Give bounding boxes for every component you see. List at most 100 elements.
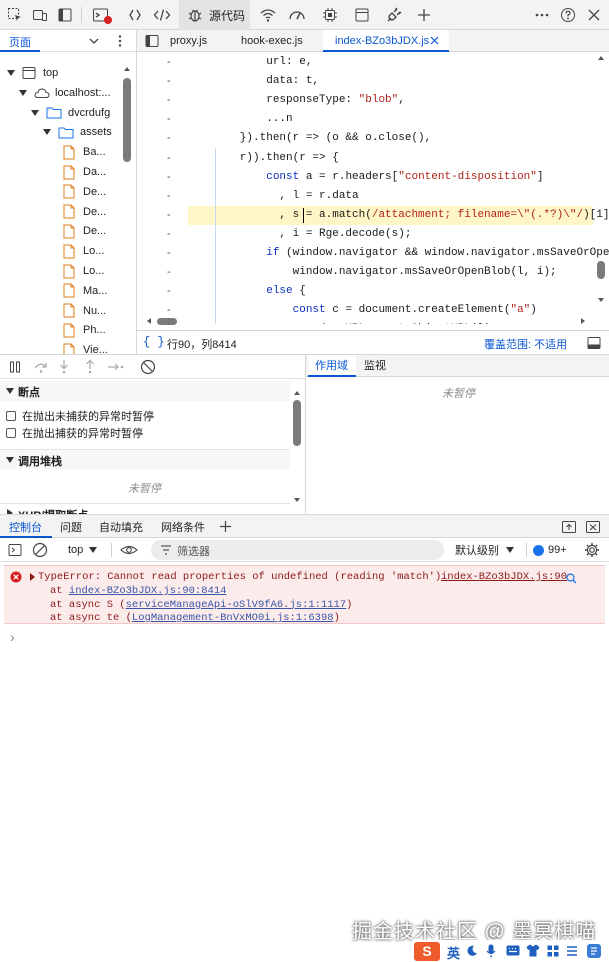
code-line[interactable]: const a = r.headers["content-disposition…: [187, 168, 543, 187]
breakpoints-header[interactable]: 断点: [0, 381, 290, 401]
performance-icon[interactable]: [286, 4, 308, 26]
drawer-tab-issues[interactable]: 问题: [60, 518, 82, 538]
sogou-logo[interactable]: S: [414, 942, 440, 961]
tree-item-file[interactable]: Ba...: [63, 142, 106, 162]
callstack-header[interactable]: 调用堆栈: [0, 449, 290, 469]
code-line[interactable]: , l = r.data: [187, 187, 358, 206]
tree-item-frame[interactable]: top: [7, 63, 58, 83]
context-selector[interactable]: top: [60, 540, 98, 560]
console-prompt[interactable]: ›: [10, 629, 15, 645]
extension-plug-icon[interactable]: [383, 4, 405, 26]
console-error-message[interactable]: TypeError: Cannot read properties of und…: [4, 565, 605, 624]
help-icon[interactable]: [557, 4, 579, 26]
line-gutter-marker[interactable]: -: [167, 206, 171, 225]
editor-scroll-up-icon[interactable]: [597, 54, 605, 62]
line-gutter-marker[interactable]: -: [167, 225, 171, 244]
editor-horizontal-scrollbar[interactable]: [157, 318, 177, 325]
line-gutter-marker[interactable]: -: [167, 282, 171, 301]
hscroll-right-icon[interactable]: [579, 317, 587, 325]
drawer-tab-autofill[interactable]: 自动填充: [99, 518, 143, 538]
ime-language[interactable]: 英: [447, 943, 460, 962]
tree-item-cloud[interactable]: localhost:...: [19, 83, 111, 103]
code-line[interactable]: , s = a.match(/attachment; filename=\"(.…: [187, 206, 609, 225]
line-gutter-marker[interactable]: -: [167, 187, 171, 206]
line-gutter-marker[interactable]: -: [167, 149, 171, 168]
chevron-down-icon[interactable]: [88, 35, 100, 47]
console-filter-input[interactable]: 筛选器: [151, 540, 444, 560]
keyboard-icon[interactable]: [506, 945, 520, 956]
console-sidebar-icon[interactable]: [8, 543, 22, 557]
ime-logo-icon[interactable]: [586, 943, 602, 959]
pretty-print-button[interactable]: { }: [143, 335, 165, 349]
tree-item-file[interactable]: De...: [63, 202, 106, 222]
step-over-icon[interactable]: [33, 360, 49, 374]
tree-expand-icon[interactable]: [43, 129, 51, 136]
code-line[interactable]: if (window.navigator && window.navigator…: [187, 244, 609, 263]
code-line[interactable]: , d = URL.createObjectURL(l);: [187, 320, 497, 324]
debugger-scrollbar[interactable]: [293, 400, 301, 446]
console-panel-icon[interactable]: [90, 4, 112, 26]
navigator-scrollbar[interactable]: [123, 78, 131, 162]
tree-item-file[interactable]: Lo...: [63, 261, 104, 281]
search-icon[interactable]: [566, 573, 577, 584]
tree-item-folder[interactable]: assets: [43, 122, 112, 142]
clear-console-icon[interactable]: [32, 542, 48, 558]
navigator-scroll-up-icon[interactable]: [123, 65, 131, 73]
navigator-more-icon[interactable]: [115, 34, 125, 48]
line-gutter-marker[interactable]: -: [167, 72, 171, 91]
more-panels-plus-icon[interactable]: [413, 4, 435, 26]
code-line[interactable]: else {: [187, 282, 306, 301]
tab-watch[interactable]: 监视: [364, 356, 386, 376]
line-gutter-marker[interactable]: -: [167, 168, 171, 187]
tree-expand-icon[interactable]: [7, 70, 15, 76]
tree-expand-icon[interactable]: [31, 109, 39, 116]
tree-expand-icon[interactable]: [19, 89, 27, 96]
menu-lines-icon[interactable]: [566, 945, 578, 957]
coverage-status[interactable]: 覆盖范围: 不适用: [484, 336, 567, 352]
line-gutter-marker[interactable]: -: [167, 91, 171, 110]
tab-proxy-js[interactable]: proxy.js: [170, 31, 207, 51]
shirt-icon[interactable]: [526, 944, 540, 957]
close-devtools-icon[interactable]: [583, 4, 605, 26]
device-toolbar-icon[interactable]: [29, 4, 51, 26]
stack-link[interactable]: index-BZo3bJDX.js:90:8414: [69, 585, 227, 597]
console-settings-gear-icon[interactable]: [584, 542, 600, 558]
elements-panel-icon[interactable]: [124, 4, 146, 26]
pause-caught-row[interactable]: 在抛出捕获的异常时暂停: [6, 427, 143, 442]
tree-item-file[interactable]: De...: [63, 221, 106, 241]
step-out-icon[interactable]: [84, 359, 96, 375]
code-line[interactable]: , i = Rge.decode(s);: [187, 225, 411, 244]
live-expression-eye-icon[interactable]: [120, 543, 138, 557]
tree-item-file[interactable]: Ph...: [63, 320, 106, 340]
code-line[interactable]: window.navigator.msSaveOrOpenBlob(l, i);: [187, 263, 557, 282]
step-into-icon[interactable]: [58, 359, 70, 375]
toggle-navigator-icon[interactable]: [145, 34, 159, 48]
pause-uncaught-checkbox[interactable]: [6, 411, 16, 421]
tree-item-file[interactable]: Ma...: [63, 281, 107, 301]
debugger-scroll-up-icon[interactable]: [293, 389, 301, 397]
step-icon[interactable]: [107, 360, 125, 374]
tab-scope[interactable]: 作用域: [308, 355, 356, 377]
code-line[interactable]: const c = document.createElement("a"): [187, 301, 537, 320]
code-line[interactable]: data: t,: [187, 72, 319, 91]
pause-uncaught-row[interactable]: 在抛出未捕获的异常时暂停: [6, 410, 154, 425]
toggle-debugger-sidebar-icon[interactable]: [587, 336, 601, 350]
tree-item-file[interactable]: Nu...: [63, 301, 106, 321]
tree-item-file[interactable]: Vie...: [63, 340, 108, 354]
microphone-icon[interactable]: [486, 944, 496, 958]
code-line[interactable]: ...n: [187, 110, 292, 129]
tree-item-file[interactable]: Da...: [63, 162, 106, 182]
error-source-link[interactable]: index-BZo3bJDX.js:90: [441, 571, 567, 583]
wifi-icon[interactable]: [257, 4, 279, 26]
elements-code-icon[interactable]: [151, 4, 173, 26]
more-options-icon[interactable]: [531, 4, 553, 26]
moon-icon[interactable]: [466, 945, 478, 957]
editor-vertical-scrollbar[interactable]: [597, 261, 605, 279]
pause-caught-checkbox[interactable]: [6, 428, 16, 438]
line-gutter-marker[interactable]: -: [167, 244, 171, 263]
line-gutter-marker[interactable]: -: [167, 53, 171, 72]
code-line[interactable]: url: e,: [187, 53, 312, 72]
dock-side-icon[interactable]: [54, 4, 76, 26]
editor-scroll-down-icon[interactable]: [597, 296, 605, 304]
line-gutter-marker[interactable]: -: [167, 263, 171, 282]
